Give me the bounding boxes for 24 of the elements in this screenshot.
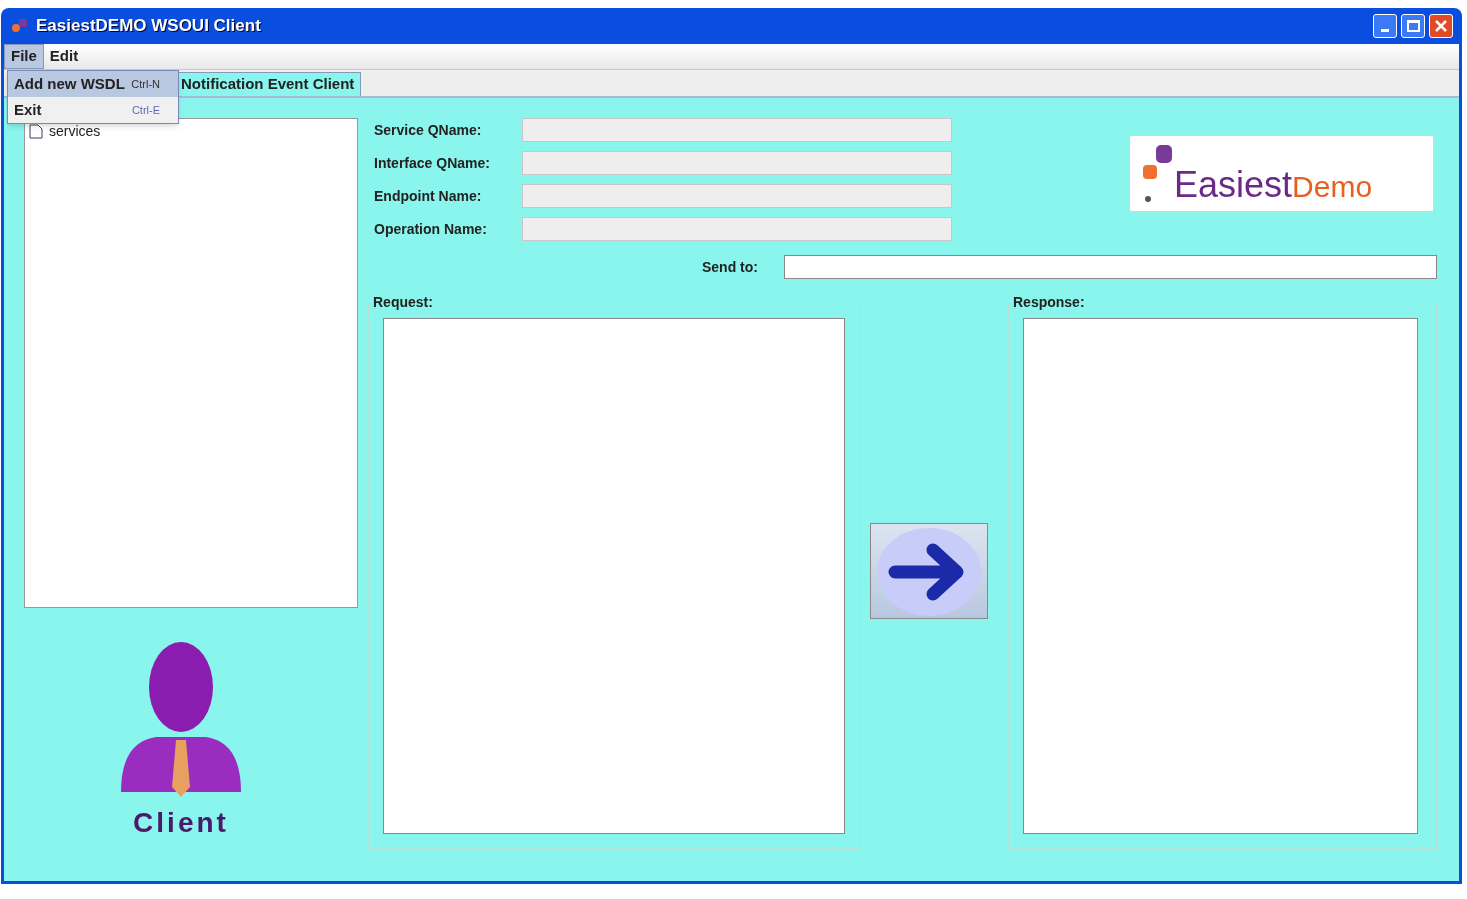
maximize-button[interactable] xyxy=(1401,14,1425,38)
file-icon xyxy=(29,124,43,139)
menu-item[interactable]: Edit xyxy=(43,44,85,69)
logo-text: Easiest xyxy=(1174,164,1293,205)
minimize-button[interactable] xyxy=(1373,14,1397,38)
menu-item[interactable]: File xyxy=(4,44,44,69)
tree-node[interactable]: services xyxy=(49,121,101,142)
menu-item[interactable]: Add new WSDL Ctrl-N xyxy=(8,71,178,97)
field-label: Interface QName: xyxy=(374,153,491,173)
menu-item[interactable]: Exit Ctrl-E xyxy=(8,97,178,123)
request-text-area[interactable] xyxy=(383,318,845,834)
close-button[interactable] xyxy=(1429,14,1453,38)
field-label: Service QName: xyxy=(374,120,483,140)
send-button[interactable] xyxy=(870,523,988,619)
field-label: Send to: xyxy=(702,257,759,277)
send-to-field[interactable] xyxy=(784,255,1437,279)
close-icon xyxy=(1434,19,1448,33)
logo-text: Demo xyxy=(1292,170,1373,203)
logo-mark-icon xyxy=(1142,143,1172,203)
response-text-area[interactable] xyxy=(1023,318,1418,834)
window-title: EasiestDEMO WSOUI Client xyxy=(36,15,261,38)
field-label: Operation Name: xyxy=(374,219,488,239)
field-label: Endpoint Name: xyxy=(374,186,483,206)
client-caption: Client xyxy=(133,805,229,840)
